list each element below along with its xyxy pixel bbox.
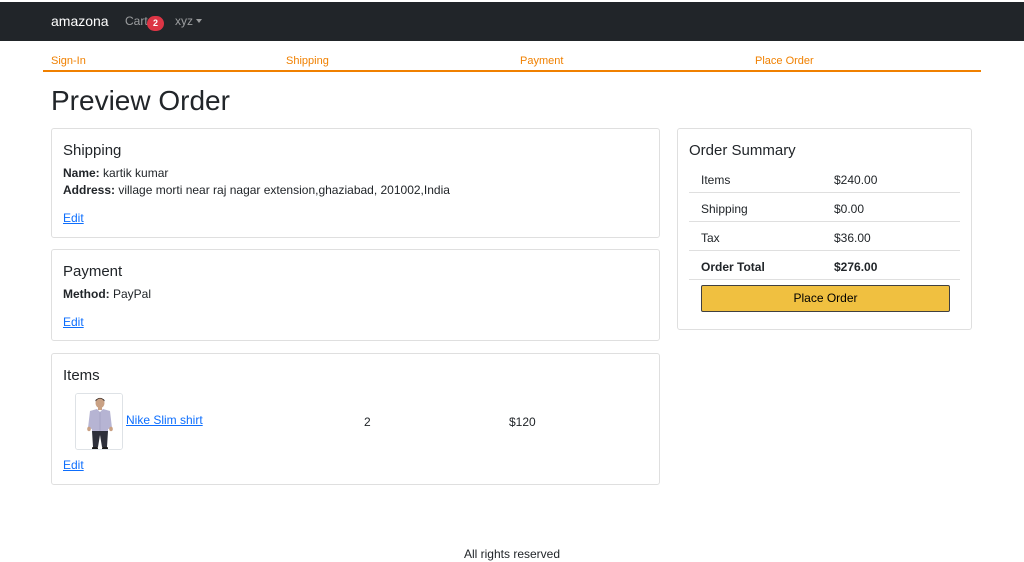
items-title: Items	[63, 367, 100, 384]
name-label: Name:	[63, 166, 100, 180]
payment-title: Payment	[63, 263, 123, 280]
shirt-model-image	[76, 394, 122, 449]
address-value: village morti near raj nagar extension,g…	[115, 183, 450, 197]
item-price: $120	[509, 415, 536, 429]
payment-method: Method: PayPal	[63, 287, 151, 301]
summary-items-value: $240.00	[834, 173, 878, 187]
edit-payment-link[interactable]: Edit	[63, 315, 84, 329]
shipping-name: Name: kartik kumar	[63, 166, 168, 180]
step-payment: Payment	[520, 55, 564, 67]
summary-tax-value: $36.00	[834, 231, 871, 245]
caret-down-icon	[196, 19, 202, 23]
name-value: kartik kumar	[99, 166, 169, 180]
summary-total-value: $276.00	[834, 260, 878, 274]
product-image	[75, 393, 123, 450]
user-dropdown[interactable]: xyz	[175, 14, 202, 28]
user-name: xyz	[175, 14, 193, 28]
summary-tax-label: Tax	[701, 231, 720, 245]
checkout-steps: Sign-In Shipping Payment Place Order	[43, 52, 981, 72]
place-order-button[interactable]: Place Order	[701, 285, 950, 312]
items-card: Items Nike Slim shirt 2 $120 Edit	[51, 353, 660, 485]
method-label: Method:	[63, 287, 110, 301]
step-sign-in: Sign-In	[51, 55, 86, 67]
step-shipping: Shipping	[286, 55, 329, 67]
summary-shipping-label: Shipping	[701, 202, 748, 216]
footer-text: All rights reserved	[463, 547, 561, 561]
order-summary-title: Order Summary	[689, 142, 796, 159]
cart-count-badge[interactable]: 2	[147, 16, 164, 31]
summary-row-order-total: Order Total $276.00	[689, 251, 960, 280]
edit-items-link[interactable]: Edit	[63, 458, 84, 472]
summary-total-label: Order Total	[701, 260, 765, 274]
address-label: Address:	[63, 183, 116, 197]
step-place-order: Place Order	[755, 55, 814, 67]
shipping-title: Shipping	[63, 142, 122, 159]
cart-link[interactable]: Cart	[125, 14, 148, 28]
order-summary-card: Order Summary Items $240.00 Shipping $0.…	[677, 128, 972, 330]
summary-row-items: Items $240.00	[689, 164, 960, 193]
navbar: amazona Cart 2 xyz	[0, 2, 1024, 41]
shipping-address: Address: village morti near raj nagar ex…	[63, 183, 450, 197]
page-title: Preview Order	[51, 85, 230, 116]
brand-link[interactable]: amazona	[51, 13, 109, 29]
method-value: PayPal	[109, 287, 152, 301]
summary-shipping-value: $0.00	[834, 202, 865, 216]
summary-row-shipping: Shipping $0.00	[689, 193, 960, 222]
item-name-link[interactable]: Nike Slim shirt	[126, 413, 203, 427]
item-quantity: 2	[364, 415, 371, 429]
payment-card: Payment Method: PayPal Edit	[51, 249, 660, 341]
summary-items-label: Items	[701, 173, 731, 187]
edit-shipping-link[interactable]: Edit	[63, 211, 84, 225]
summary-row-tax: Tax $36.00	[689, 222, 960, 251]
shipping-card: Shipping Name: kartik kumar Address: vil…	[51, 128, 660, 238]
